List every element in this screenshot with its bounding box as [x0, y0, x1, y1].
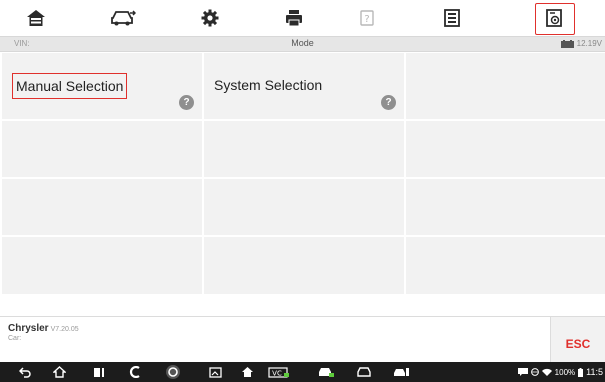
help-icon: ?: [360, 10, 374, 26]
svg-text:?: ?: [364, 14, 369, 25]
svg-text:VC: VC: [272, 369, 282, 377]
maxifix-icon[interactable]: [127, 364, 141, 380]
vehicle-make: Chrysler V7.20.05: [8, 323, 79, 334]
wifi-icon: [541, 368, 552, 376]
empty-tile: [204, 121, 406, 179]
empty-tile: [406, 121, 605, 179]
home-button[interactable]: [11, 0, 61, 36]
manual-selection-label: Manual Selection: [12, 73, 128, 99]
screenshot-icon[interactable]: [208, 364, 222, 380]
settings-icon: [201, 9, 219, 27]
data-logging-icon: [546, 9, 562, 27]
empty-tile: [204, 237, 406, 296]
make-name: Chrysler: [8, 323, 49, 334]
message-icon: [517, 368, 528, 376]
vehicle-connection-icon[interactable]: [317, 364, 335, 380]
manual-selection-tile[interactable]: Manual Selection ?: [2, 53, 204, 121]
repair-icon[interactable]: [393, 364, 411, 380]
question-icon[interactable]: ?: [179, 95, 194, 110]
top-toolbar: ?: [0, 0, 605, 36]
print-button[interactable]: [269, 0, 319, 36]
esc-button[interactable]: ESC: [550, 317, 605, 363]
save-icon: [444, 9, 460, 27]
system-nav-bar: VC 100% 11:5: [0, 362, 605, 382]
footer-bar: Chrysler V7.20.05 Car: ESC: [0, 316, 605, 363]
function-grid: Manual Selection ? System Selection ?: [2, 53, 605, 296]
save-button[interactable]: [427, 0, 477, 36]
battery-percent: 100%: [554, 367, 576, 377]
car-icon[interactable]: [355, 364, 373, 380]
home-icon: [27, 10, 45, 26]
car-label: Car:: [8, 335, 22, 342]
system-selection-tile[interactable]: System Selection ?: [204, 53, 406, 121]
software-version: V7.20.05: [50, 326, 79, 333]
empty-tile: [406, 237, 605, 296]
data-logging-button[interactable]: [529, 0, 579, 36]
status-strip: VIN: Mode 12.19V: [0, 36, 605, 52]
vehicle-swap-button[interactable]: [98, 0, 148, 36]
clock: 11:5: [586, 367, 603, 377]
empty-tile: [2, 237, 204, 296]
home-nav-icon[interactable]: [52, 364, 66, 380]
battery-status-icon: [578, 367, 584, 377]
empty-tile: [2, 179, 204, 237]
globe-icon: [530, 368, 539, 376]
battery-voltage: 12.19V: [560, 39, 602, 48]
voltage-value: 12.19V: [576, 39, 602, 48]
vci-icon[interactable]: VC: [267, 364, 291, 380]
settings-button[interactable]: [185, 0, 235, 36]
print-icon: [286, 10, 302, 27]
empty-tile: [204, 179, 406, 237]
empty-tile: [406, 179, 605, 237]
status-area: 100% 11:5: [517, 362, 605, 382]
battery-icon: [560, 39, 574, 48]
camera-icon[interactable]: [162, 364, 184, 380]
empty-tile: [2, 121, 204, 179]
recent-apps-icon[interactable]: [92, 364, 106, 380]
system-selection-label: System Selection: [214, 77, 323, 93]
vehicle-swap-icon: [111, 10, 136, 26]
empty-tile: [406, 53, 605, 121]
back-icon[interactable]: [18, 364, 32, 380]
question-icon[interactable]: ?: [381, 95, 396, 110]
help-button[interactable]: ?: [342, 0, 392, 36]
page-title: Mode: [291, 38, 314, 48]
diagnostic-home-icon[interactable]: [240, 364, 254, 380]
